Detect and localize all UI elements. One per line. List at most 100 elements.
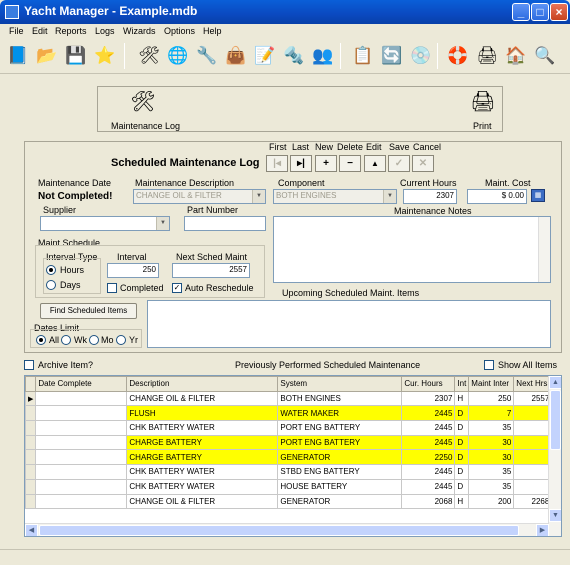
cell-int[interactable]: D <box>454 464 470 480</box>
dates-all-radio[interactable] <box>36 335 46 345</box>
hours-radio[interactable] <box>46 265 56 275</box>
cell-system[interactable]: PORT ENG BATTERY <box>277 420 403 436</box>
cell-date-complete[interactable] <box>35 449 128 466</box>
table-row[interactable]: FLUSH WATER MAKER 2445 D 7 <box>25 405 553 422</box>
dates-yr-radio[interactable] <box>116 335 126 345</box>
row-selector[interactable] <box>25 434 37 451</box>
cell-description[interactable]: CHK BATTERY WATER <box>126 478 279 495</box>
folder-icon[interactable]: 📂 <box>34 43 60 69</box>
cell-system[interactable]: BOTH ENGINES <box>277 390 403 407</box>
menu-reports[interactable]: Reports <box>55 26 87 36</box>
cell-date-complete[interactable] <box>35 493 128 510</box>
cell-system[interactable]: WATER MAKER <box>277 405 403 422</box>
col-system[interactable]: System <box>277 376 403 392</box>
menu-options[interactable]: Options <box>164 26 195 36</box>
interval-input[interactable]: 250 <box>107 263 159 278</box>
dates-wk-radio[interactable] <box>61 335 71 345</box>
days-radio[interactable] <box>46 280 56 290</box>
cell-system[interactable]: GENERATOR <box>277 449 403 466</box>
cell-description[interactable]: FLUSH <box>126 405 279 422</box>
cell-int[interactable]: H <box>454 390 470 407</box>
last-record-button[interactable]: ▸| <box>290 155 312 172</box>
calculator-icon[interactable]: ▦ <box>531 189 545 202</box>
maintenance-notes-textarea[interactable] <box>273 216 551 283</box>
table-row[interactable]: ▶ CHANGE OIL & FILTER BOTH ENGINES 2307 H 250… <box>25 390 553 407</box>
row-selector[interactable]: ▶ <box>25 390 37 407</box>
row-selector[interactable] <box>25 464 37 480</box>
cancel-record-button[interactable]: ✕ <box>412 155 434 172</box>
minimize-button[interactable]: _ <box>512 3 530 21</box>
cell-int[interactable]: D <box>454 478 470 495</box>
cell-int[interactable]: H <box>454 493 470 510</box>
scroll-down-button[interactable]: ▼ <box>549 509 561 522</box>
dates-mo-radio[interactable] <box>89 335 99 345</box>
archive-item-checkbox[interactable] <box>24 360 34 370</box>
cell-date-complete[interactable] <box>35 464 128 480</box>
magnifier-icon[interactable]: 🔍 <box>532 43 558 69</box>
cell-next-hrs[interactable] <box>513 449 553 466</box>
cell-maint-interval[interactable]: 7 <box>468 405 515 422</box>
wrench-disk-icon[interactable]: 💿 <box>408 43 434 69</box>
cell-next-hrs[interactable] <box>513 464 553 480</box>
cell-cur-hours[interactable]: 2068 <box>401 493 456 510</box>
col-int[interactable]: Int <box>454 376 470 392</box>
cell-next-hrs[interactable] <box>513 420 553 436</box>
cell-description[interactable]: CHK BATTERY WATER <box>126 464 279 480</box>
scroll-thumb[interactable] <box>550 390 561 450</box>
cell-maint-interval[interactable]: 250 <box>468 390 515 407</box>
maximize-button[interactable]: □ <box>531 3 549 21</box>
cell-next-hrs[interactable]: 2268 <box>513 493 553 510</box>
cell-cur-hours[interactable]: 2445 <box>401 434 456 451</box>
show-all-items-checkbox[interactable] <box>484 360 494 370</box>
table-row[interactable]: CHANGE OIL & FILTER GENERATOR 2068 H 200 2268 <box>25 493 553 510</box>
cell-next-hrs[interactable] <box>513 478 553 495</box>
description-dropdown[interactable]: CHANGE OIL & FILTER ▼ <box>133 189 266 204</box>
lifebuoy-icon[interactable]: 🛟 <box>445 43 471 69</box>
close-button[interactable]: × <box>550 3 568 21</box>
cell-description[interactable]: CHARGE BATTERY <box>126 434 279 451</box>
row-selector[interactable] <box>25 449 37 466</box>
first-record-button[interactable]: |◂ <box>266 155 288 172</box>
col-description[interactable]: Description <box>126 376 279 392</box>
cell-cur-hours[interactable]: 2445 <box>401 464 456 480</box>
cell-maint-interval[interactable]: 35 <box>468 478 515 495</box>
delete-record-button[interactable]: − <box>339 155 361 172</box>
save-icon[interactable]: 💾 <box>63 43 89 69</box>
menu-file[interactable]: File <box>9 26 24 36</box>
clipboard-icon[interactable]: 📋 <box>350 43 376 69</box>
cell-system[interactable]: GENERATOR <box>277 493 403 510</box>
menu-edit[interactable]: Edit <box>32 26 48 36</box>
cell-cur-hours[interactable]: 2445 <box>401 405 456 422</box>
notes-scrollbar[interactable] <box>538 217 550 282</box>
cell-description[interactable]: CHANGE OIL & FILTER <box>126 390 279 407</box>
new-record-button[interactable]: + <box>315 155 337 172</box>
bag-icon[interactable]: 👜 <box>223 43 249 69</box>
upcoming-items-list[interactable] <box>147 300 551 348</box>
drill-icon[interactable]: 🔩 <box>281 43 307 69</box>
cell-date-complete[interactable] <box>35 478 128 495</box>
cell-cur-hours[interactable]: 2445 <box>401 478 456 495</box>
star-icon[interactable]: ⭐ <box>92 43 118 69</box>
row-selector[interactable] <box>25 420 37 436</box>
scroll-up-button[interactable]: ▲ <box>549 376 561 389</box>
grid-horizontal-scrollbar[interactable]: ◀ ▶ <box>25 523 549 536</box>
table-row[interactable]: CHK BATTERY WATER PORT ENG BATTERY 2445 D 35 <box>25 420 553 436</box>
col-next-hrs[interactable]: Next Hrs <box>513 376 553 392</box>
table-row[interactable]: CHK BATTERY WATER STBD ENG BATTERY 2445 D 35 <box>25 464 553 480</box>
row-selector[interactable] <box>25 405 37 422</box>
part-number-input[interactable] <box>184 216 266 231</box>
cell-next-hrs[interactable] <box>513 405 553 422</box>
horizontal-scroll-thumb[interactable] <box>39 525 519 536</box>
supplier-dropdown[interactable]: ▼ <box>40 216 170 231</box>
title-bar[interactable]: Yacht Manager - Example.mdb _ □ × <box>0 0 570 24</box>
maintenance-log-icon[interactable]: 🛠 <box>128 89 158 117</box>
cell-description[interactable]: CHK BATTERY WATER <box>126 420 279 436</box>
maintenance-grid[interactable]: Date Complete Description System Cur. Ho… <box>24 375 562 537</box>
maintenance-log-label[interactable]: Maintenance Log <box>111 121 180 131</box>
component-dropdown[interactable]: BOTH ENGINES ▼ <box>273 189 397 204</box>
col-maint-interval[interactable]: Maint Inter <box>468 376 515 392</box>
printer-icon[interactable]: 🖨 <box>474 43 500 69</box>
menu-wizards[interactable]: Wizards <box>123 26 156 36</box>
notes-icon[interactable]: 📝 <box>252 43 278 69</box>
cell-maint-interval[interactable]: 35 <box>468 464 515 480</box>
